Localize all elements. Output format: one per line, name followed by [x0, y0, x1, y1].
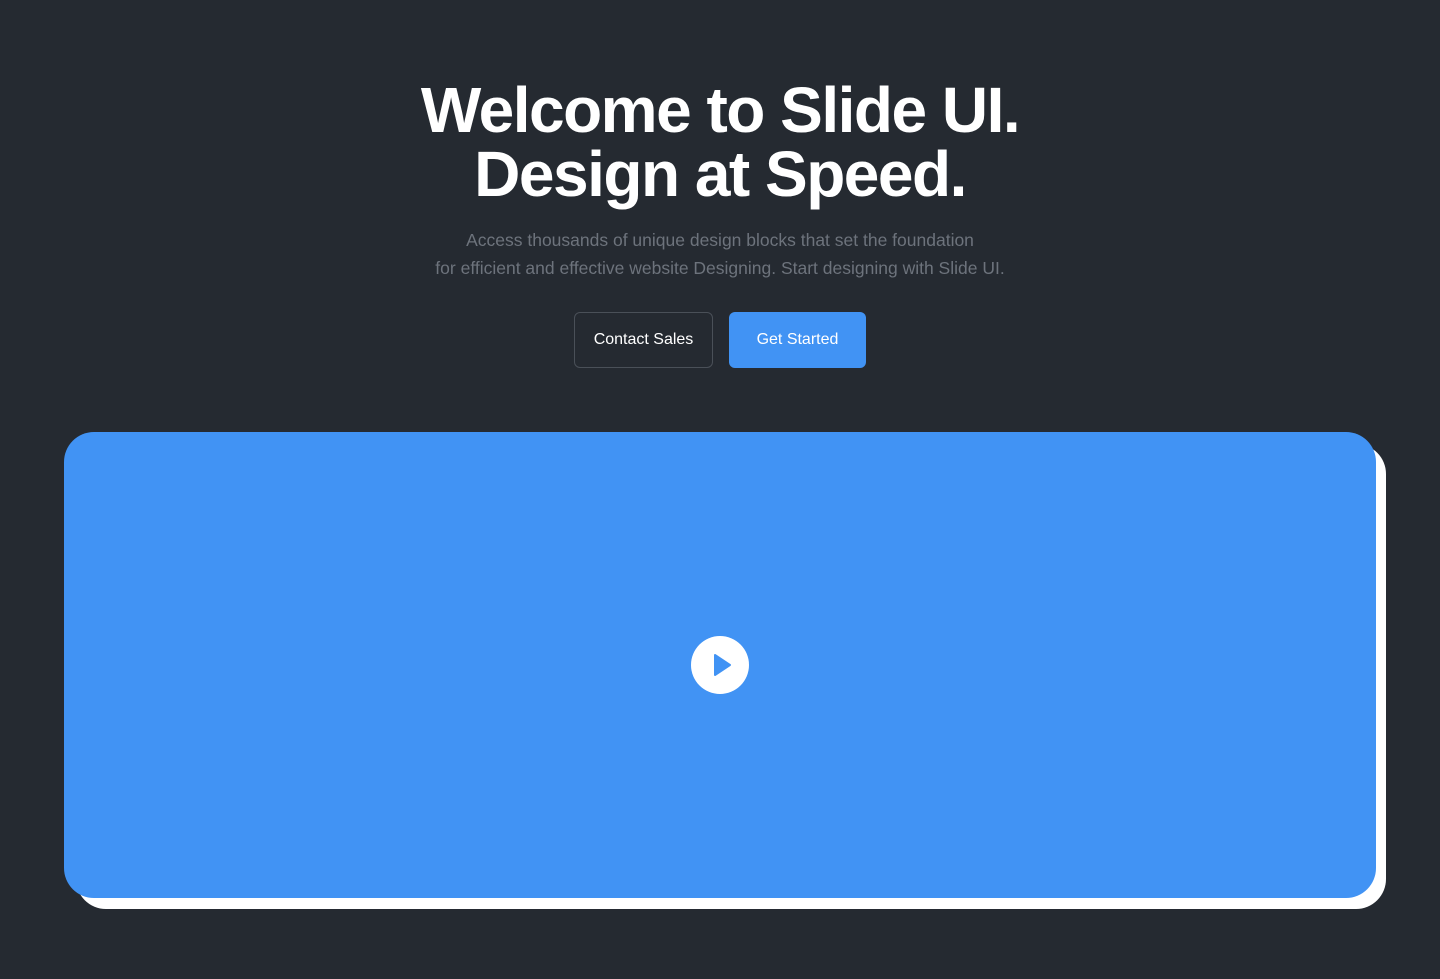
contact-sales-button[interactable]: Contact Sales: [574, 312, 713, 368]
play-icon: [714, 654, 731, 676]
get-started-button[interactable]: Get Started: [729, 312, 866, 368]
hero-title: Welcome to Slide UI. Design at Speed.: [0, 78, 1440, 206]
hero-subtitle: Access thousands of unique design blocks…: [0, 226, 1440, 282]
hero-section: Welcome to Slide UI. Design at Speed. Ac…: [0, 0, 1440, 979]
play-button[interactable]: [691, 636, 749, 694]
hero-subtitle-line-2: for efficient and effective website Desi…: [435, 258, 1005, 278]
hero-title-line-2: Design at Speed.: [474, 138, 967, 210]
hero-title-line-1: Welcome to Slide UI.: [420, 74, 1021, 146]
hero-subtitle-line-1: Access thousands of unique design blocks…: [466, 230, 974, 250]
